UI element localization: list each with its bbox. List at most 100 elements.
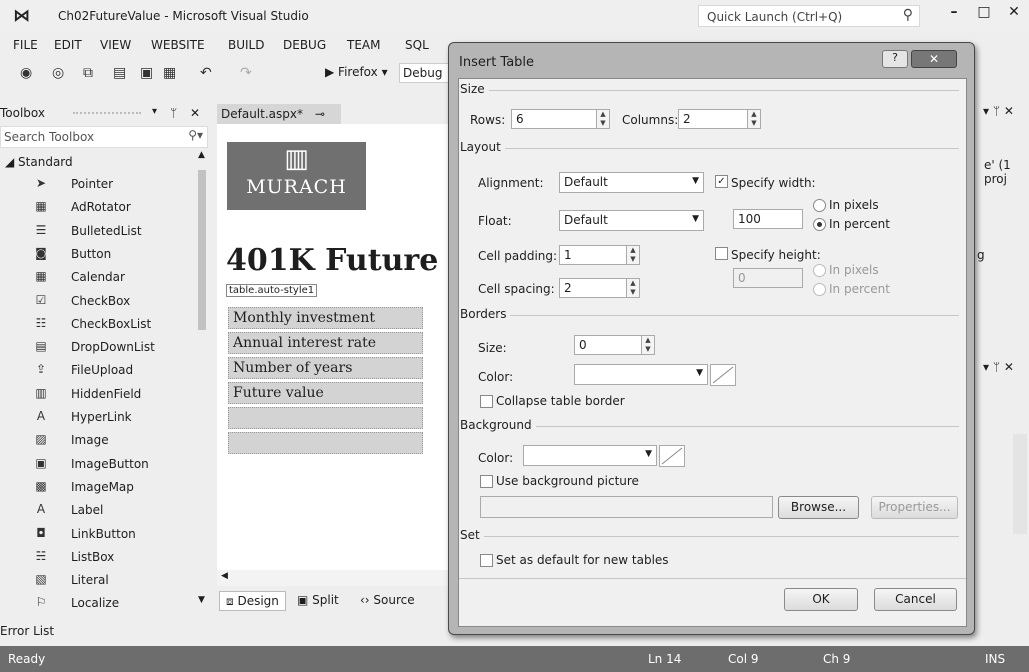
- configuration-selector[interactable]: Debug: [399, 63, 449, 83]
- properties-scrollbar[interactable]: [1013, 434, 1027, 534]
- height-percent-radio[interactable]: [813, 283, 826, 296]
- menu-sql[interactable]: SQL: [405, 38, 429, 52]
- cell-padding-spinner[interactable]: ▲ ▼: [626, 245, 640, 265]
- pin-icon[interactable]: ᛘ: [170, 106, 177, 120]
- cell-padding-input[interactable]: 1: [559, 245, 627, 265]
- toolbox-item-bulletedlist[interactable]: ☰ BulletedList: [0, 221, 195, 243]
- properties-button[interactable]: Properties...: [871, 496, 958, 519]
- set-default-checkbox[interactable]: [480, 554, 493, 567]
- help-button[interactable]: ?: [882, 50, 908, 68]
- dropdown-icon[interactable]: ▾: [152, 106, 157, 117]
- toolbox-item-pointer[interactable]: ➤ Pointer: [0, 174, 195, 196]
- design-horizontal-scrollbar[interactable]: ◀: [217, 570, 455, 586]
- toolbox-item-calendar[interactable]: ▦ Calendar: [0, 267, 195, 289]
- width-percent-radio[interactable]: [813, 218, 826, 231]
- toolbox-item-localize[interactable]: ⚐ Localize: [0, 593, 195, 615]
- toolbox-item-checkboxlist[interactable]: ☷ CheckBoxList: [0, 314, 195, 336]
- scroll-left-icon[interactable]: ◀: [221, 571, 228, 581]
- table-row[interactable]: Number of years: [228, 357, 423, 379]
- forward-icon[interactable]: ◎: [52, 65, 64, 81]
- width-input[interactable]: 100: [733, 209, 803, 229]
- quick-launch-input[interactable]: Quick Launch (Ctrl+Q) ⚲: [698, 5, 920, 27]
- background-color-picker[interactable]: [659, 445, 685, 467]
- toolbox-item-button[interactable]: ◙ Button: [0, 244, 195, 266]
- pin-icon[interactable]: ⊸: [315, 107, 325, 121]
- page-heading[interactable]: 401K Future V: [226, 243, 455, 278]
- toolbox-scroll-thumb[interactable]: [198, 170, 206, 330]
- float-select[interactable]: Default ▼: [559, 210, 704, 231]
- columns-input[interactable]: 2: [678, 109, 748, 129]
- undo-icon[interactable]: ↶: [200, 65, 212, 81]
- toolbox-item-literal[interactable]: ▧ Literal: [0, 570, 195, 592]
- toolbox-item-linkbutton[interactable]: ◘ LinkButton: [0, 524, 195, 546]
- toolbox-group-standard[interactable]: ◢ Standard: [0, 152, 195, 174]
- pin-icon[interactable]: ▾ ᛘ ✕: [983, 360, 1014, 374]
- toolbox-item-adrotator[interactable]: ▦ AdRotator: [0, 197, 195, 219]
- tab-design[interactable]: ⧈ Design: [219, 591, 286, 611]
- close-window-button[interactable]: ✕: [1002, 4, 1026, 26]
- dialog-close-button[interactable]: ✕: [911, 50, 957, 68]
- menu-build[interactable]: BUILD: [228, 38, 264, 52]
- redo-icon[interactable]: ↷: [240, 65, 252, 81]
- ok-button[interactable]: OK: [784, 588, 858, 611]
- toolbox-item-hyperlink[interactable]: A HyperLink: [0, 407, 195, 429]
- save-icon[interactable]: ▣: [140, 65, 153, 81]
- browse-button[interactable]: Browse...: [778, 496, 859, 519]
- table-row[interactable]: Monthly investment: [228, 307, 423, 329]
- table-row[interactable]: [228, 432, 423, 454]
- menu-edit[interactable]: EDIT: [54, 38, 82, 52]
- border-size-input[interactable]: 0: [574, 335, 642, 355]
- rows-spinner[interactable]: ▲ ▼: [596, 109, 610, 129]
- minimize-button[interactable]: –: [942, 4, 966, 26]
- background-color-select[interactable]: ▼: [523, 445, 657, 466]
- close-icon[interactable]: ✕: [190, 106, 200, 120]
- back-icon[interactable]: ◉: [20, 65, 32, 81]
- toolbox-item-fileupload[interactable]: ⇪ FileUpload: [0, 360, 195, 382]
- use-background-picture-checkbox[interactable]: [480, 475, 493, 488]
- table-row[interactable]: Future value: [228, 382, 423, 404]
- background-picture-input[interactable]: [480, 496, 773, 518]
- maximize-button[interactable]: □: [972, 4, 996, 26]
- tab-default-aspx[interactable]: Default.aspx* ⊸ ✕: [217, 104, 341, 135]
- border-color-picker[interactable]: [710, 364, 736, 386]
- height-input[interactable]: 0: [733, 268, 803, 288]
- alignment-select[interactable]: Default ▼: [559, 172, 704, 193]
- border-color-select[interactable]: ▼: [574, 364, 708, 385]
- menu-website[interactable]: WEBSITE: [151, 38, 205, 52]
- toolbox-item-image[interactable]: ▨ Image: [0, 430, 195, 452]
- cancel-button[interactable]: Cancel: [874, 588, 957, 611]
- toolbox-item-imagemap[interactable]: ▩ ImageMap: [0, 477, 195, 499]
- new-project-icon[interactable]: ⧉: [83, 65, 93, 81]
- scroll-down-icon[interactable]: ▼: [198, 595, 205, 605]
- menu-team[interactable]: TEAM: [347, 38, 380, 52]
- cell-spacing-input[interactable]: 2: [559, 278, 627, 298]
- specify-width-checkbox[interactable]: ✓: [715, 175, 728, 188]
- table-row[interactable]: [228, 407, 423, 429]
- toolbox-item-checkbox[interactable]: ☑ CheckBox: [0, 291, 195, 313]
- scroll-up-icon[interactable]: ▲: [198, 150, 205, 160]
- open-icon[interactable]: ▤: [113, 65, 126, 81]
- collapse-border-checkbox[interactable]: [480, 395, 493, 408]
- columns-spinner[interactable]: ▲ ▼: [747, 109, 761, 129]
- toolbox-item-listbox[interactable]: ☵ ListBox: [0, 547, 195, 569]
- browser-selector[interactable]: ▶ Firefox ▾: [325, 65, 388, 79]
- cell-spacing-spinner[interactable]: ▲ ▼: [626, 278, 640, 298]
- menu-debug[interactable]: DEBUG: [283, 38, 326, 52]
- toolbox-item-imagebutton[interactable]: ▣ ImageButton: [0, 454, 195, 476]
- tab-source[interactable]: ‹› Source: [354, 591, 421, 611]
- toolbox-item-label[interactable]: A Label: [0, 500, 195, 522]
- error-list-tab[interactable]: Error List: [0, 624, 54, 638]
- toolbox-item-hiddenfield[interactable]: ▥ HiddenField: [0, 384, 195, 406]
- rows-input[interactable]: 6: [511, 109, 597, 129]
- pin-icon[interactable]: ▾ ᛘ ✕: [983, 104, 1014, 118]
- border-size-spinner[interactable]: ▲ ▼: [641, 335, 655, 355]
- width-pixels-radio[interactable]: [813, 199, 826, 212]
- height-pixels-radio[interactable]: [813, 264, 826, 277]
- tab-split[interactable]: ▣ Split: [291, 591, 345, 611]
- save-all-icon[interactable]: ▦: [163, 65, 176, 81]
- menu-file[interactable]: FILE: [13, 38, 38, 52]
- toolbox-item-dropdownlist[interactable]: ▤ DropDownList: [0, 337, 195, 359]
- menu-view[interactable]: VIEW: [100, 38, 131, 52]
- table-row[interactable]: Annual interest rate: [228, 332, 423, 354]
- specify-height-checkbox[interactable]: [715, 247, 728, 260]
